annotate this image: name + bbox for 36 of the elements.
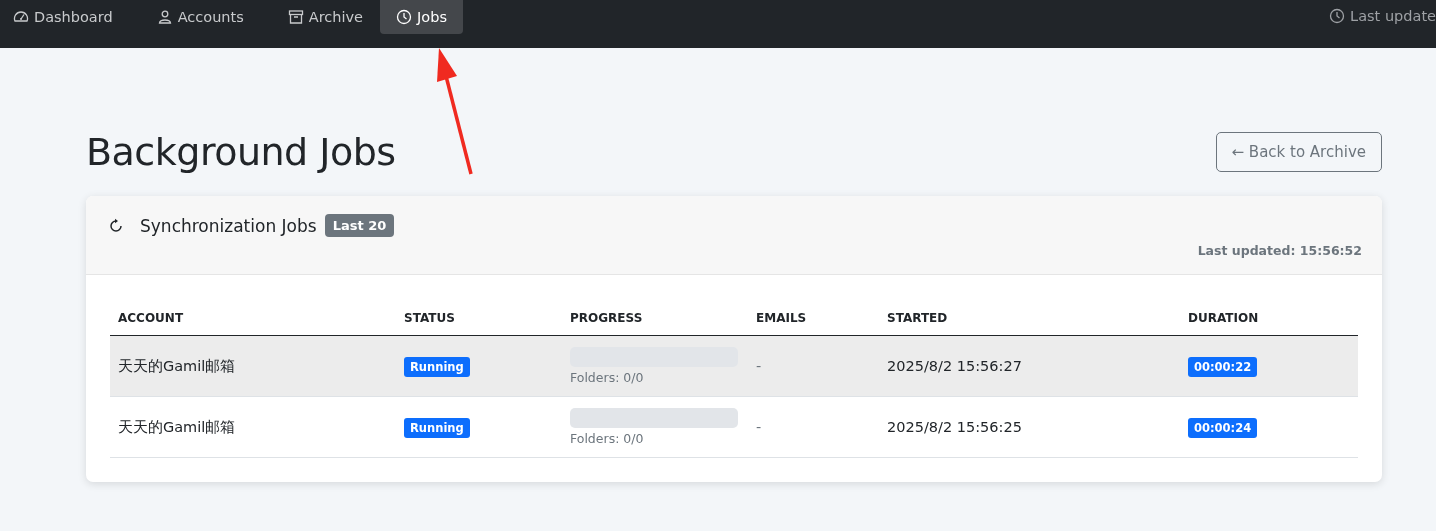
back-button[interactable]: ← Back to Archive <box>1215 132 1382 172</box>
column-header: ACCOUNT <box>110 305 396 336</box>
duration-badge: 00:00:24 <box>1188 418 1258 438</box>
nav-link[interactable]: Archive <box>278 0 373 34</box>
column-header: PROGRESS <box>562 305 748 336</box>
person-icon <box>156 9 173 25</box>
column-header: STARTED <box>879 305 1180 336</box>
last-update-text: Last update <box>1350 8 1436 24</box>
table-row[interactable]: 天天的Gamil邮箱 Running Folders: 0/0 - 2025/8/2 15:56:25 00:00:24 <box>110 396 1358 458</box>
gauge-icon <box>13 9 29 25</box>
page-title: Background Jobs <box>86 130 396 174</box>
column-header: EMAILS <box>748 305 879 336</box>
nav-link[interactable]: Accounts <box>147 0 253 34</box>
table-row[interactable]: 天天的Gamil邮箱 Running Folders: 0/0 - 2025/8/2 15:56:27 00:00:22 <box>110 335 1358 397</box>
folders-text: Folders: 0/0 <box>570 370 645 385</box>
clock-icon <box>396 9 413 25</box>
folders-text: Folders: 0/0 <box>570 431 645 446</box>
column-header: DURATION <box>1180 305 1358 336</box>
duration-badge: 00:00:22 <box>1188 357 1258 377</box>
archive-icon <box>287 9 304 25</box>
nav-link[interactable]: Jobs <box>380 0 463 34</box>
nav-link[interactable]: Dashboard <box>4 0 122 34</box>
account-name: 天天的Gamil邮箱 <box>118 357 236 374</box>
status-badge: Running <box>404 418 470 438</box>
refresh-icon <box>108 217 124 234</box>
emails-value: - <box>756 358 762 374</box>
column-header: STATUS <box>396 305 562 336</box>
last-updated-text: Last updated: 15:56:52 <box>1197 243 1362 258</box>
emails-value: - <box>756 419 762 435</box>
status-badge: Running <box>404 357 470 377</box>
card-title: Synchronization Jobs <box>140 215 317 236</box>
started-time: 2025/8/2 15:56:25 <box>887 419 1022 435</box>
clock-icon <box>1329 8 1346 24</box>
account-name: 天天的Gamil邮箱 <box>118 418 236 435</box>
started-time: 2025/8/2 15:56:27 <box>887 358 1022 374</box>
count-badge: Last 20 <box>324 214 395 237</box>
